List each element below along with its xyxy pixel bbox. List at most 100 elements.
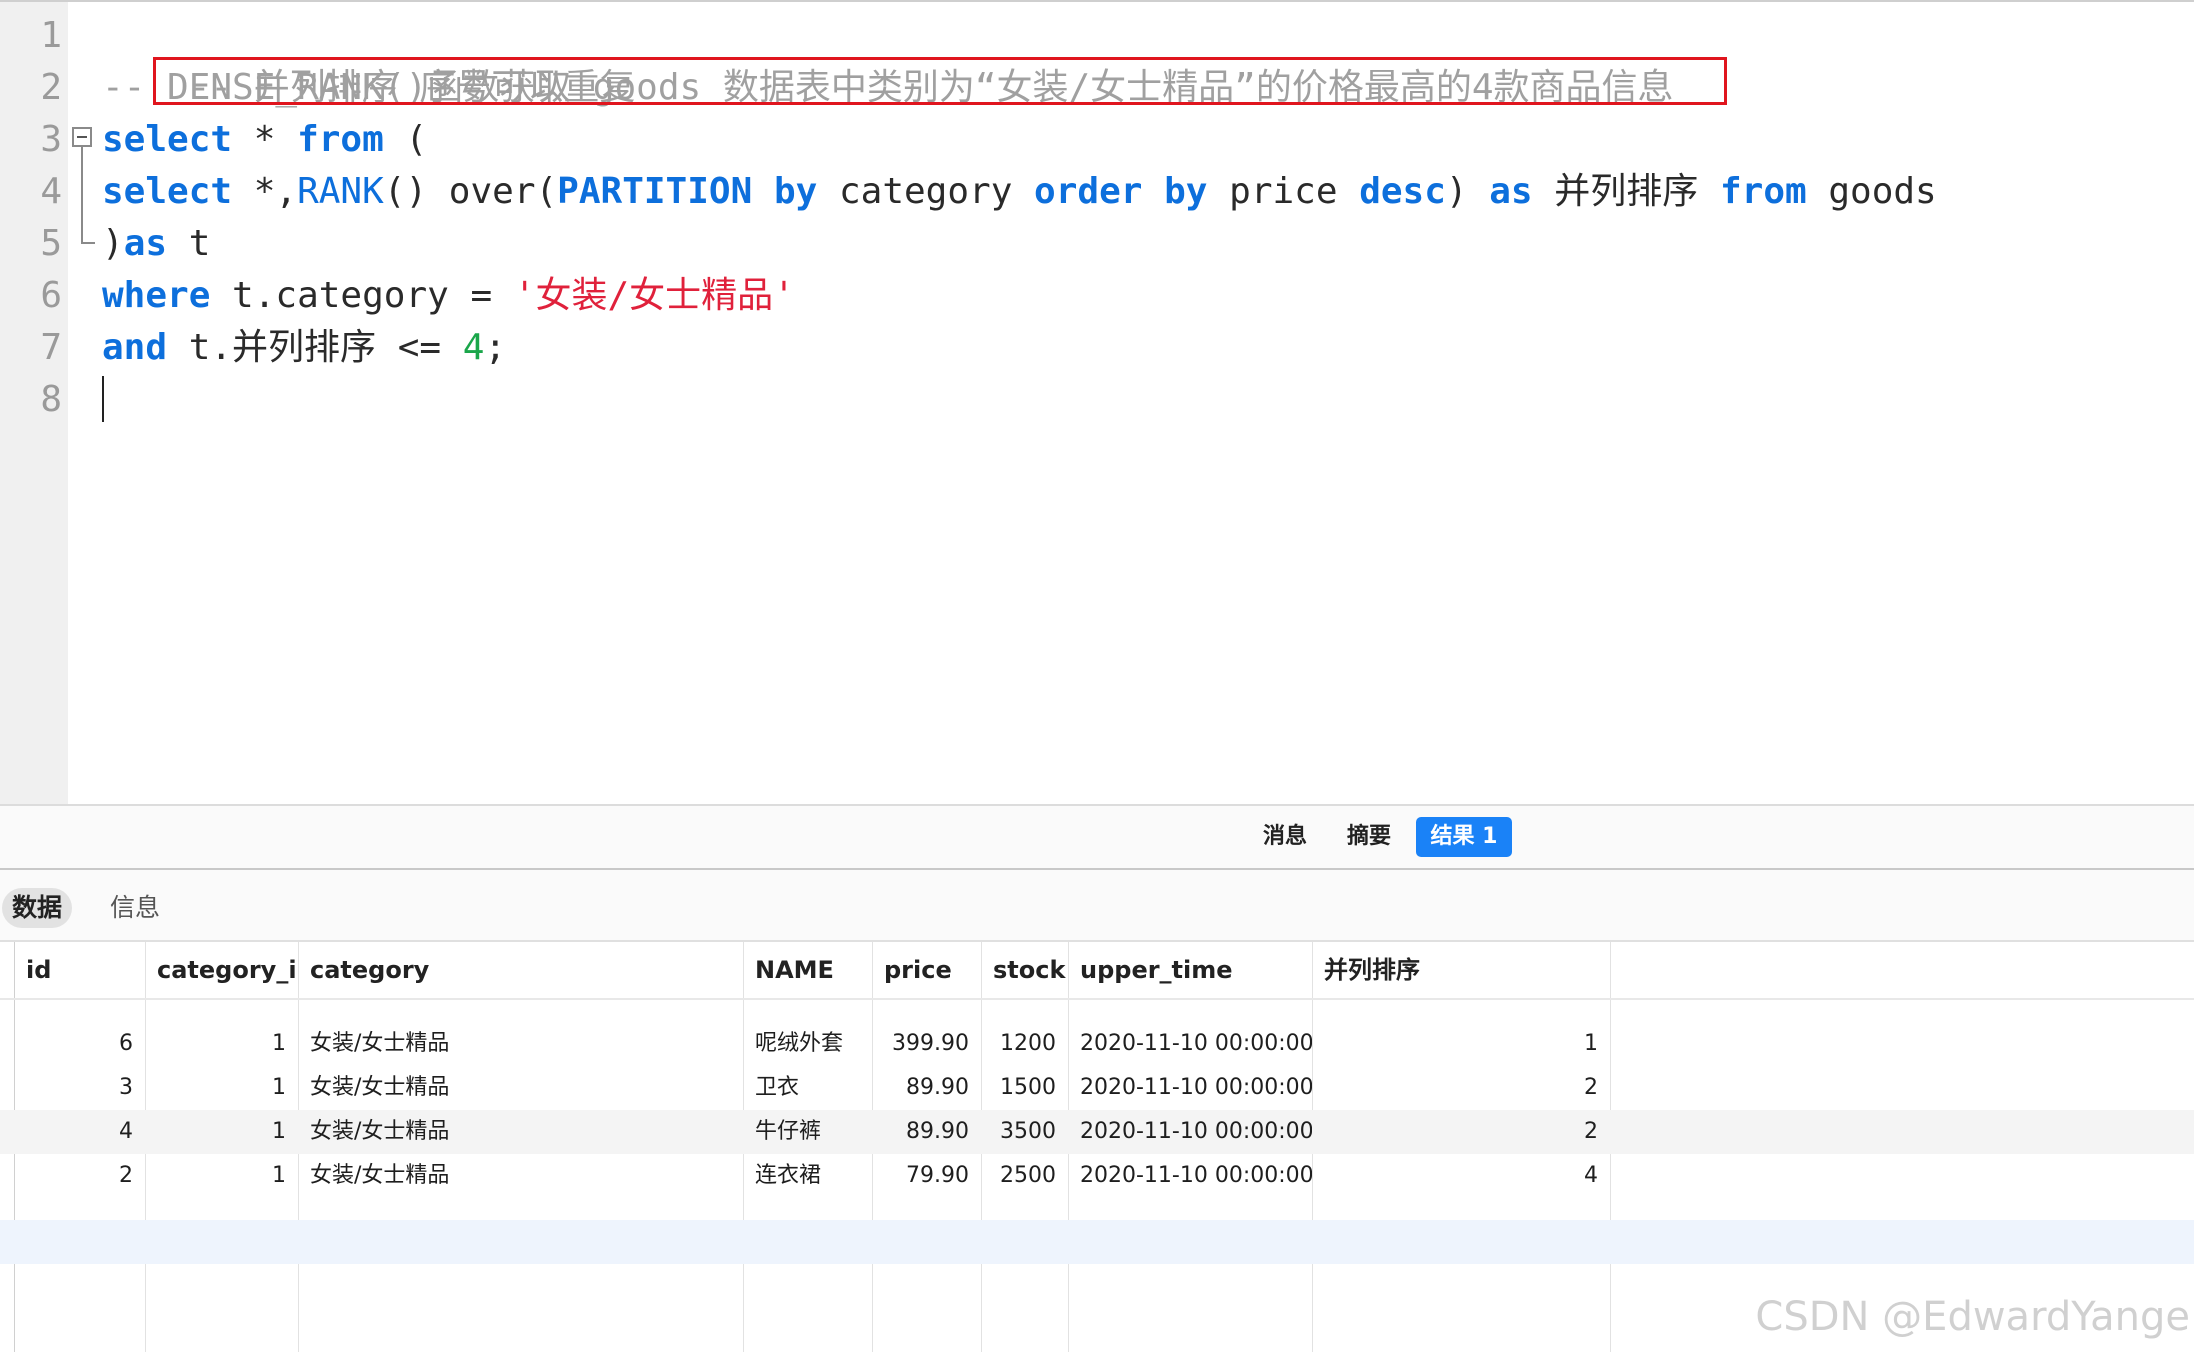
code-text: ( [383, 119, 428, 160]
cell-price[interactable]: 399.90 [872, 1022, 981, 1066]
column-header-upper-time[interactable]: upper_time [1068, 942, 1312, 998]
cell-stock[interactable]: 1200 [981, 1022, 1068, 1066]
line-number: 2 [40, 67, 62, 108]
keyword-order: order [1034, 171, 1143, 212]
subtab-info[interactable]: 信息 [100, 888, 170, 928]
code-line-4: select *,RANK() over(PARTITION by catego… [102, 166, 1937, 218]
code-line-6: where t.category = '女装/女士精品' [102, 270, 795, 322]
table-row[interactable]: 4 1 女装/女士精品 牛仔裤 89.90 3500 2020-11-10 00… [0, 1110, 2194, 1154]
fold-guide-end [81, 242, 95, 244]
cell-stock[interactable]: 3500 [981, 1110, 1068, 1154]
line-number: 6 [40, 275, 62, 316]
cell-name[interactable]: 呢绒外套 [743, 1022, 872, 1066]
table-row[interactable]: 3 1 女装/女士精品 卫衣 89.90 1500 2020-11-10 00:… [0, 1066, 2194, 1110]
cell-upper-time[interactable]: 2020-11-10 00:00:00 [1068, 1154, 1312, 1198]
cell-category[interactable]: 女装/女士精品 [298, 1110, 743, 1154]
column-header-name[interactable]: NAME [743, 942, 872, 998]
string-literal: '女装/女士精品' [513, 275, 795, 316]
cell-upper-time[interactable]: 2020-11-10 00:00:00 [1068, 1110, 1312, 1154]
cell-price[interactable]: 79.90 [872, 1154, 981, 1198]
fold-guide-line [81, 147, 83, 242]
cell-category-id[interactable]: 1 [145, 1110, 298, 1154]
line-number: 3 [40, 119, 62, 160]
keyword-by: by [773, 171, 818, 212]
tab-messages[interactable]: 消息 [1258, 817, 1312, 857]
code-text: t.category = [210, 275, 514, 316]
cell-rank[interactable]: 2 [1312, 1066, 1610, 1110]
text-cursor [102, 376, 104, 422]
code-line-3: select * from ( [102, 114, 427, 166]
cell-name[interactable]: 牛仔裤 [743, 1110, 872, 1154]
cell-upper-time[interactable]: 2020-11-10 00:00:00 [1068, 1066, 1312, 1110]
code-text: *, [232, 171, 298, 212]
cell-category-id[interactable]: 1 [145, 1022, 298, 1066]
column-header-rank[interactable]: 并列排序 [1312, 942, 1610, 998]
view-mode-tabs: 数据 信息 [0, 870, 2194, 942]
cell-id[interactable]: 3 [14, 1066, 145, 1110]
code-text: * [232, 119, 298, 160]
cell-id[interactable]: 2 [14, 1154, 145, 1198]
code-text: ) [102, 223, 124, 264]
subtab-data[interactable]: 数据 [2, 888, 72, 928]
code-text: t [167, 223, 211, 264]
cell-name[interactable]: 卫衣 [743, 1066, 872, 1110]
empty-row [0, 1220, 2194, 1264]
cell-id[interactable]: 4 [14, 1110, 145, 1154]
line-number: 7 [40, 327, 62, 368]
cell-rank[interactable]: 2 [1312, 1110, 1610, 1154]
column-header-category[interactable]: category [298, 942, 743, 998]
number-literal: 4 [462, 327, 485, 368]
column-header-price[interactable]: price [872, 942, 981, 998]
keyword-desc: desc [1359, 171, 1446, 212]
cell-price[interactable]: 89.90 [872, 1110, 981, 1154]
column-header-category-id[interactable]: category_i [145, 942, 298, 998]
code-text: 并列排序 [1532, 171, 1720, 212]
cell-rank[interactable]: 4 [1312, 1154, 1610, 1198]
cell-name[interactable]: 连衣裙 [743, 1154, 872, 1198]
code-text: goods [1806, 171, 1937, 212]
keyword-select: select [102, 119, 233, 160]
table-row[interactable]: 6 1 女装/女士精品 呢绒外套 399.90 1200 2020-11-10 … [0, 1022, 2194, 1066]
code-line-1: -- 并列排序 序号可以重复 [102, 10, 636, 108]
cell-category-id[interactable]: 1 [145, 1066, 298, 1110]
code-text: () over( [383, 171, 558, 212]
sql-editor[interactable]: 1 2 3 4 5 6 7 8 -- 并列排序 序号可以重复 -- DENSE_… [0, 0, 2194, 806]
keyword-and: and [102, 327, 168, 368]
cell-category[interactable]: 女装/女士精品 [298, 1154, 743, 1198]
code-text: price [1207, 171, 1360, 212]
fold-toggle-icon[interactable] [72, 127, 92, 147]
keyword-as: as [123, 223, 168, 264]
cell-price[interactable]: 89.90 [872, 1066, 981, 1110]
cell-stock[interactable]: 2500 [981, 1154, 1068, 1198]
cell-upper-time[interactable]: 2020-11-10 00:00:00 [1068, 1022, 1312, 1066]
code-line-5: )as t [102, 218, 210, 270]
cell-id[interactable]: 6 [14, 1022, 145, 1066]
column-header-id[interactable]: id [14, 942, 145, 998]
watermark: CSDN @EdwardYange [1755, 1294, 2190, 1340]
keyword-by: by [1164, 171, 1208, 212]
keyword-partition: PARTITION [557, 171, 753, 212]
cell-category-id[interactable]: 1 [145, 1154, 298, 1198]
keyword-from: from [297, 119, 384, 160]
code-text: category [817, 171, 1035, 212]
line-number-gutter: 1 2 3 4 5 6 7 8 [0, 2, 68, 806]
tab-result-1[interactable]: 结果 1 [1416, 817, 1512, 857]
cell-stock[interactable]: 1500 [981, 1066, 1068, 1110]
cell-category[interactable]: 女装/女士精品 [298, 1022, 743, 1066]
keyword-where: where [102, 275, 211, 316]
code-text: ) [1445, 171, 1490, 212]
code-line-7: and t.并列排序 <= 4; [102, 322, 506, 374]
cell-category[interactable]: 女装/女士精品 [298, 1066, 743, 1110]
cell-rank[interactable]: 1 [1312, 1022, 1610, 1066]
keyword-as: as [1489, 171, 1533, 212]
keyword-from: from [1719, 171, 1807, 212]
red-highlight-box [153, 57, 1727, 105]
code-text: t.并列排序 <= [167, 327, 463, 368]
column-header-stock[interactable]: stock [981, 942, 1068, 998]
function-rank: RANK [297, 171, 384, 212]
table-row[interactable]: 2 1 女装/女士精品 连衣裙 79.90 2500 2020-11-10 00… [0, 1154, 2194, 1198]
code-text: ; [484, 327, 507, 368]
tab-summary[interactable]: 摘要 [1342, 817, 1396, 857]
